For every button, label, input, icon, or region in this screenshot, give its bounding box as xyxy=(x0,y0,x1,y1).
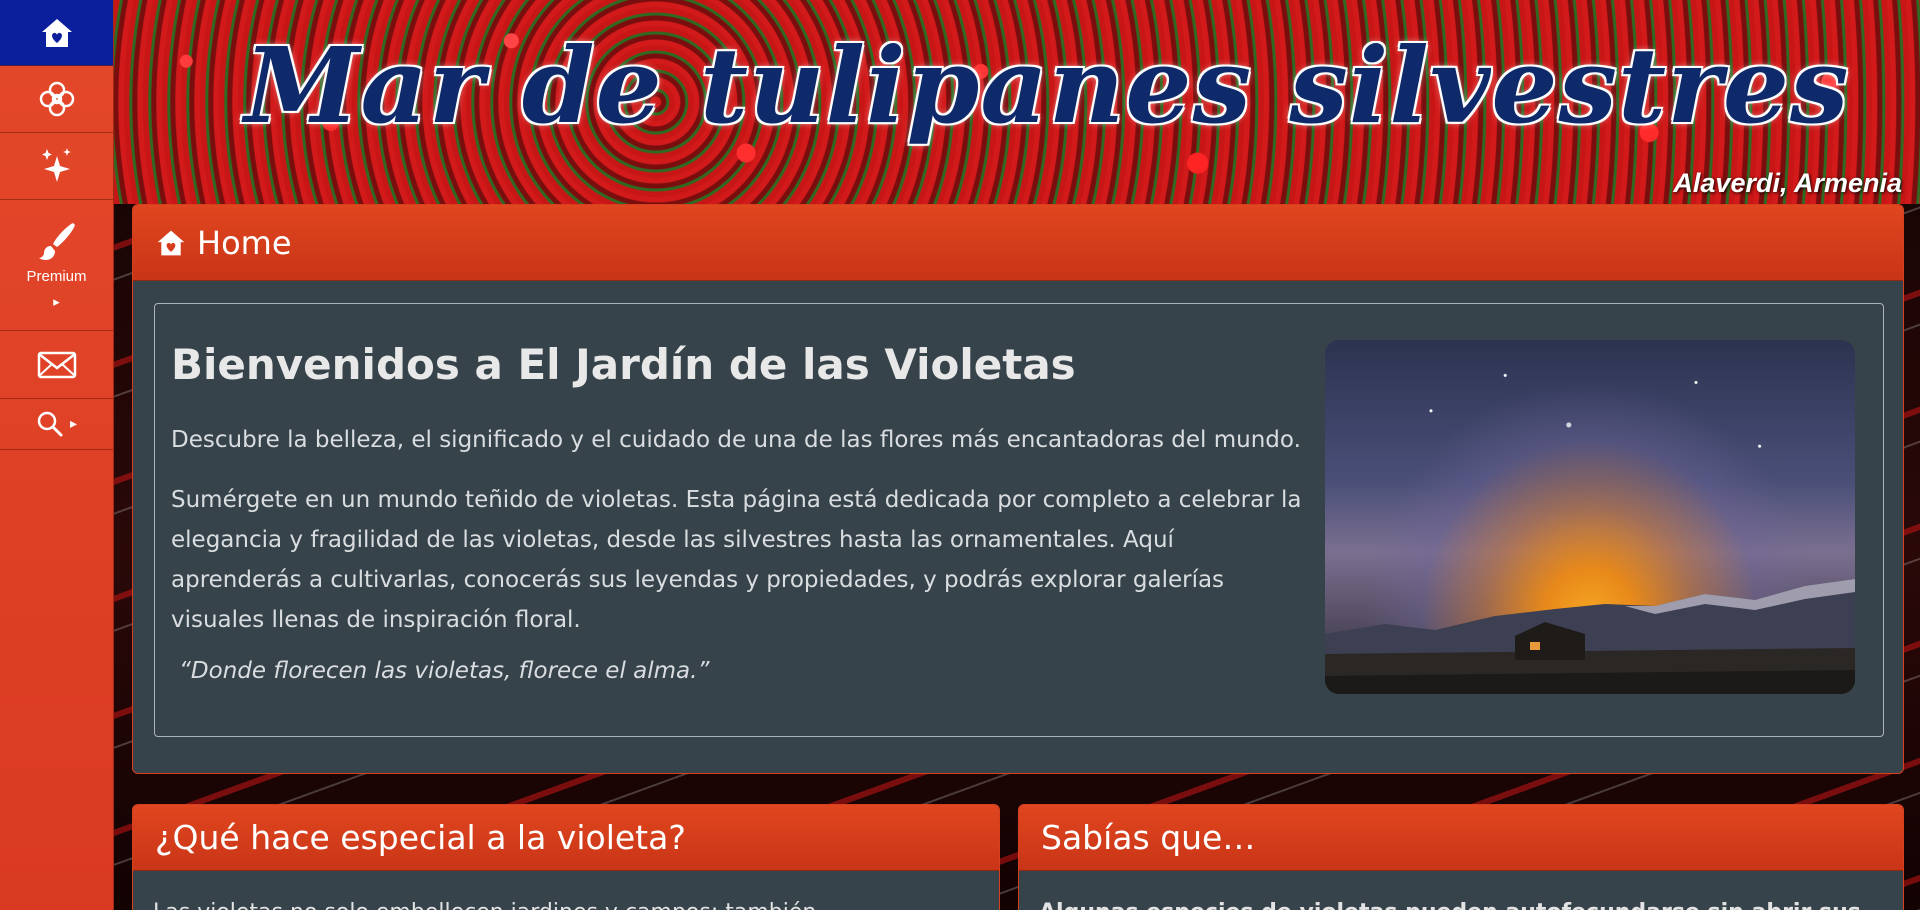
banner: Mar de tulipanes silvestres Alaverdi, Ar… xyxy=(114,0,1920,204)
welcome-box: Bienvenidos a El Jardín de las Violetas … xyxy=(154,303,1884,737)
card-header: ¿Qué hace especial a la violeta? xyxy=(133,805,999,871)
sidebar-item-search[interactable]: ▸ xyxy=(0,399,113,450)
sparkles-icon xyxy=(41,148,71,182)
body-text: Sumérgete en un mundo teñido de violetas… xyxy=(171,487,1302,633)
home-panel-header: Home xyxy=(133,205,1903,281)
home-panel: Home Bienvenidos a El Jardín de las Viol… xyxy=(132,204,1904,774)
caret-right-icon: ▸ xyxy=(69,416,78,432)
flower-icon xyxy=(39,81,74,117)
brush-icon xyxy=(38,223,75,260)
mountain-silhouette xyxy=(1325,579,1855,694)
sidebar-item-flower[interactable] xyxy=(0,66,113,133)
sidebar-item-sparkles[interactable] xyxy=(0,133,113,200)
page-title: Bienvenidos a El Jardín de las Violetas xyxy=(171,340,1076,389)
card-header: Sabías que… xyxy=(1019,805,1903,871)
landscape-image xyxy=(1325,340,1855,694)
sidebar-item-home[interactable] xyxy=(0,0,113,66)
caret-right-icon: ▸ xyxy=(53,295,60,310)
sidebar-item-label: Premium xyxy=(26,268,87,285)
panel-title: Home xyxy=(197,223,292,262)
intro-text: Descubre la belleza, el significado y el… xyxy=(171,427,1301,453)
violet-special-card: ¿Qué hace especial a la violeta? Las vio… xyxy=(132,804,1000,910)
banner-title: Mar de tulipanes silvestres xyxy=(244,24,1850,147)
mail-icon xyxy=(37,351,76,378)
search-icon xyxy=(37,411,63,437)
quote-text: “Donde florecen las violetas, florece el… xyxy=(179,658,710,684)
card-text: Las violetas no solo embellecen jardines… xyxy=(133,871,999,910)
card-text: Algunas especies de violetas pueden auto… xyxy=(1019,871,1903,910)
home-icon xyxy=(157,230,185,255)
sidebar-item-premium[interactable]: Premium ▸ xyxy=(0,200,113,331)
did-you-know-card: Sabías que… Algunas especies de violetas… xyxy=(1018,804,1904,910)
home-icon xyxy=(41,18,72,47)
sidebar: Premium ▸ ▸ xyxy=(0,0,114,910)
card-title: Sabías que… xyxy=(1041,818,1256,857)
card-title: ¿Qué hace especial a la violeta? xyxy=(155,818,686,857)
banner-location: Alaverdi, Armenia xyxy=(1673,168,1902,198)
sidebar-item-mail[interactable] xyxy=(0,331,113,399)
